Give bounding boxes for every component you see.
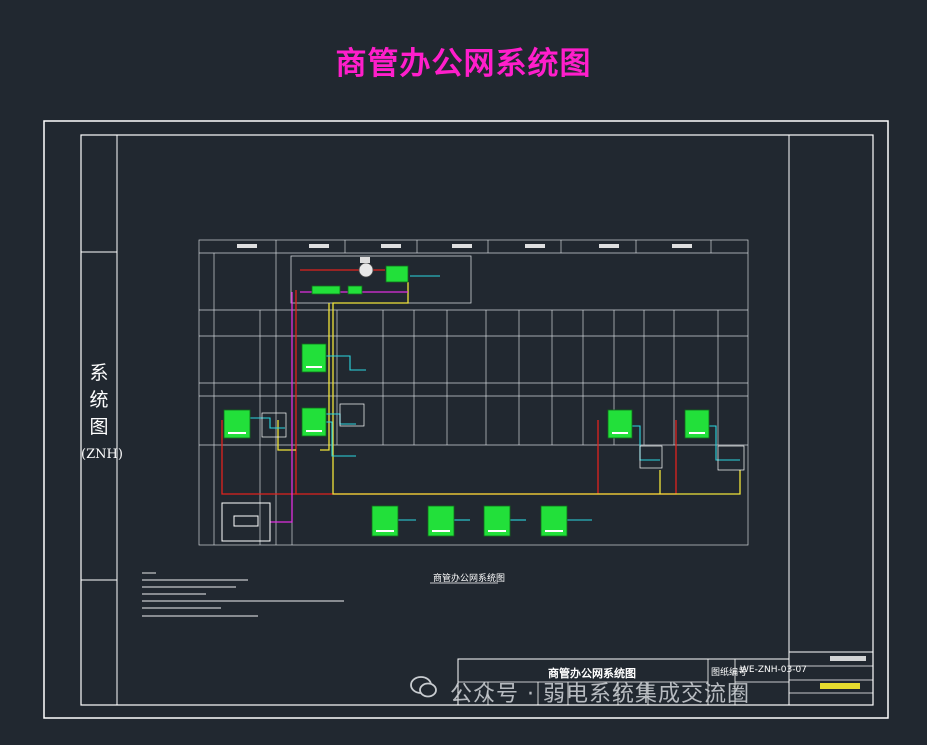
watermark: 公众号 · 弱电系统集成交流圈: [450, 682, 750, 707]
drawing-caption: 商管办公网系统图: [433, 574, 506, 584]
inner-frame: [80, 134, 874, 706]
side-label-code: (ZNH): [81, 447, 123, 462]
yellow-links: [277, 282, 741, 495]
side-label: 系 统 图 (ZNH): [81, 360, 123, 468]
wechat-icon: [410, 676, 437, 698]
floor-grid: [198, 239, 749, 546]
cad-drawing: [43, 120, 889, 719]
magenta-links: [270, 291, 408, 523]
network-switch-icon: [223, 265, 710, 537]
notes: [142, 572, 344, 617]
side-label-char: 统: [89, 389, 109, 411]
red-links: [221, 269, 677, 495]
workstation-icon: [358, 257, 374, 278]
cyan-links: [250, 275, 740, 521]
title-block-number: WE-ZNH-03-07: [740, 665, 807, 675]
side-label-char: 图: [89, 416, 109, 438]
core-room: [290, 255, 472, 304]
side-label-char: 系: [89, 362, 109, 384]
outer-frame: [43, 120, 889, 719]
